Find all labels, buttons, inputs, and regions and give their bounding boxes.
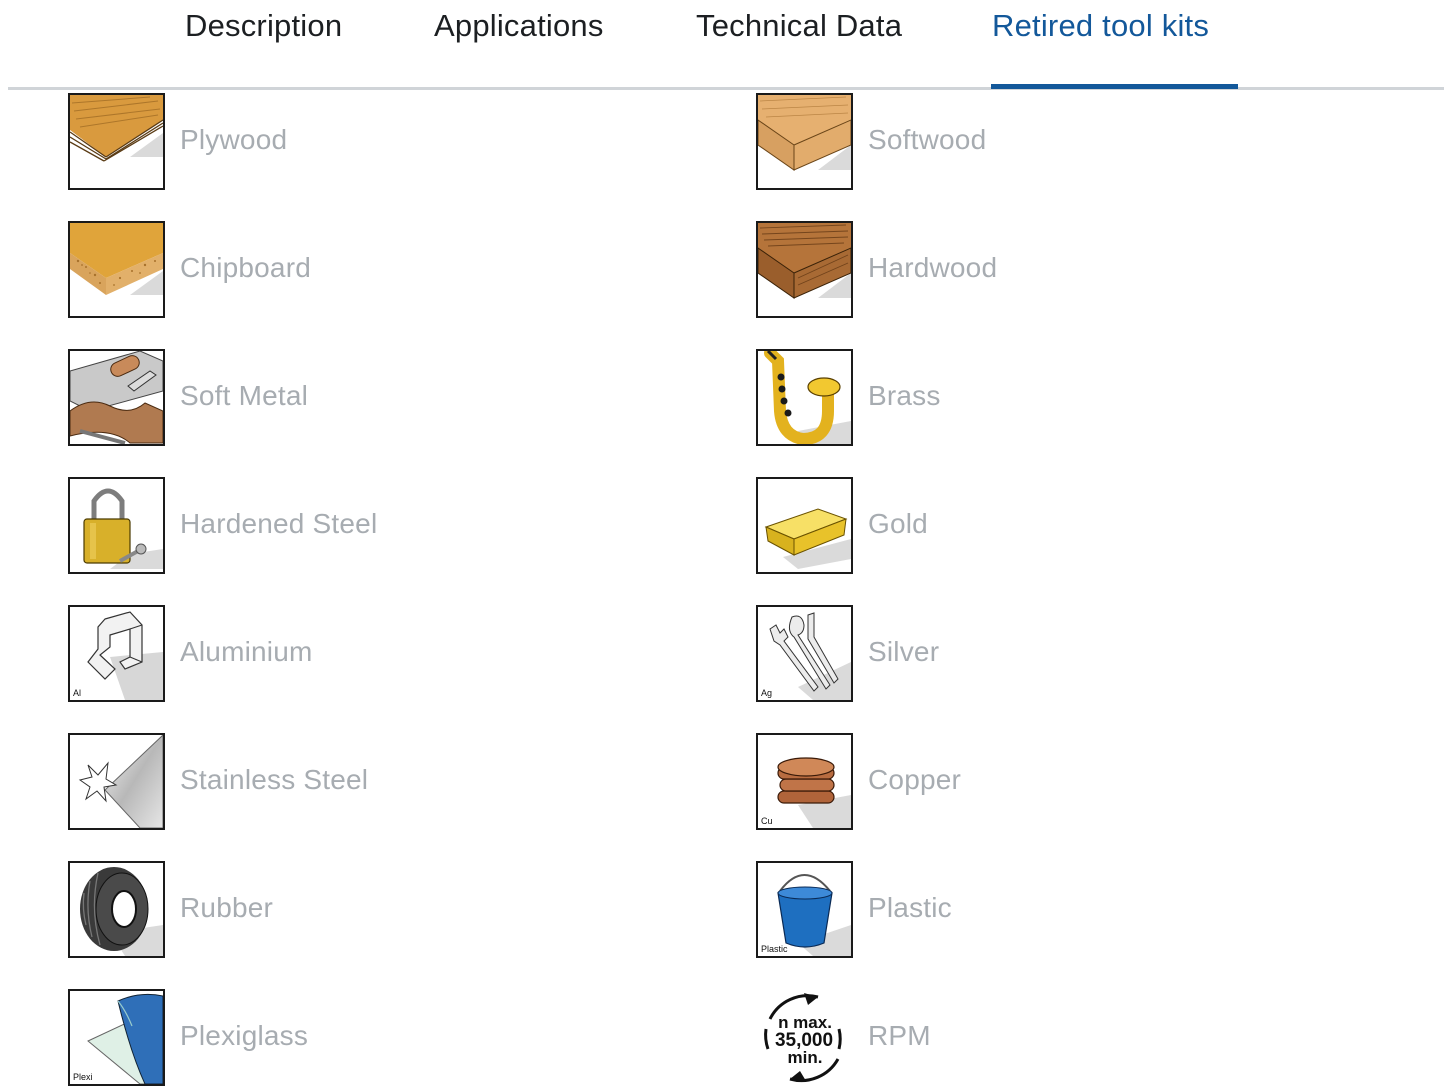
stainless-steel-sheet-icon [68,733,165,830]
material-symbol: Plexi [73,1072,93,1082]
tab-retired-tool-kits[interactable]: Retired tool kits [992,8,1209,44]
aluminium-profile-icon: Al [68,605,165,702]
material-label: Silver [868,636,940,667]
soft-metal-icon [68,349,165,446]
gold-bar-icon [756,477,853,574]
softwood-icon [756,93,853,190]
bucket-icon: Plastic [756,861,853,958]
material-label: Rubber [180,892,274,923]
material-label: Copper [868,764,962,795]
tab-technical-data[interactable]: Technical Data [696,8,902,44]
material-label: Gold [868,508,928,539]
material-label: Plywood [180,124,288,155]
material-label: Aluminium [180,636,313,667]
rpm-line-3: min. [788,1048,823,1067]
plywood-icon [68,93,165,190]
rpm-icon: n max. 35,000 min. [756,989,853,1086]
material-label: RPM [868,1020,931,1051]
active-tab-indicator [991,84,1238,89]
material-label: Chipboard [180,252,311,283]
tab-applications[interactable]: Applications [434,8,604,44]
material-label: Stainless Steel [180,764,369,795]
tab-description[interactable]: Description [185,8,342,44]
material-symbol: Plastic [761,944,788,954]
hardwood-icon [756,221,853,318]
cutlery-icon: Ag [756,605,853,702]
material-label: Hardened Steel [180,508,378,539]
material-label: Hardwood [868,252,998,283]
tire-icon [68,861,165,958]
element-symbol: Al [73,688,82,698]
padlock-icon [68,477,165,574]
tab-bar: Description Applications Technical Data … [0,0,1450,90]
material-label: Softwood [868,124,987,155]
coins-icon: Cu [756,733,853,830]
material-label: Plexiglass [180,1020,309,1051]
element-symbol: Cu [761,816,773,826]
element-symbol: Ag [761,688,773,698]
chipboard-icon [68,221,165,318]
saxophone-icon [756,349,853,446]
plexiglass-sheet-icon: Plexi [68,989,165,1086]
material-label: Soft Metal [180,380,309,411]
material-label: Plastic [868,892,952,923]
material-label: Brass [868,380,941,411]
